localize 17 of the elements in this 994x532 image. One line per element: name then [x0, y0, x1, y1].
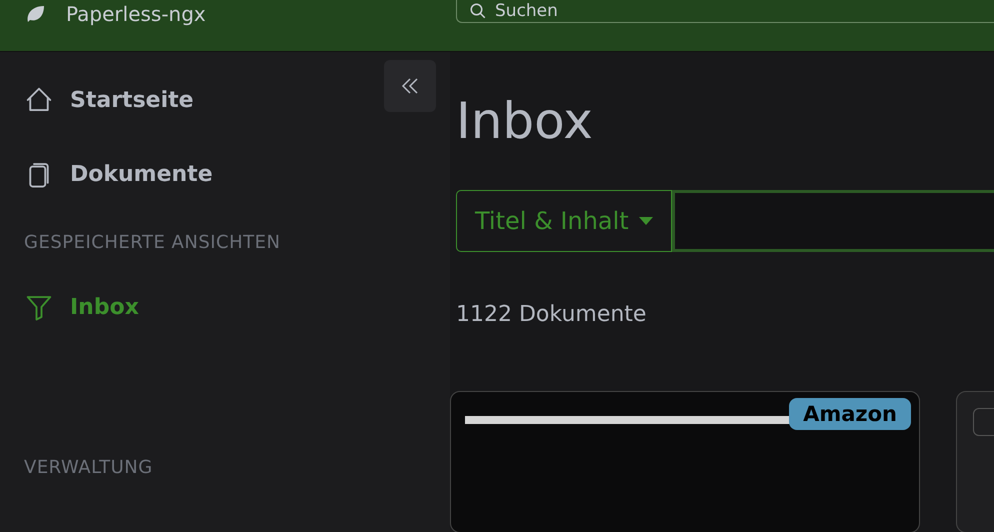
search-field[interactable]: Suchen	[456, 0, 994, 23]
search-icon	[469, 2, 487, 20]
page-title: Inbox	[456, 92, 593, 150]
filter-dropdown[interactable]: Titel & Inhalt	[456, 190, 672, 252]
collapse-button[interactable]	[384, 60, 436, 112]
caret-icon	[638, 217, 653, 225]
section-heading: GESPEICHERTE ANSICHTEN	[24, 232, 280, 253]
nav-link[interactable]: Dokumente	[24, 150, 213, 198]
app-title: Paperless-ngx	[66, 2, 206, 26]
tag[interactable]: Amazon	[789, 398, 911, 430]
search-input[interactable]	[672, 190, 994, 252]
nav-link[interactable]: Inbox	[24, 283, 139, 331]
section-heading: VERWALTUNG	[24, 457, 153, 478]
document-count: 1122 Dokumente	[456, 302, 646, 327]
nav-link[interactable]: Startseite	[24, 76, 194, 124]
double-chevron-icon	[400, 76, 420, 96]
document-card[interactable]: Amazon	[450, 391, 920, 532]
